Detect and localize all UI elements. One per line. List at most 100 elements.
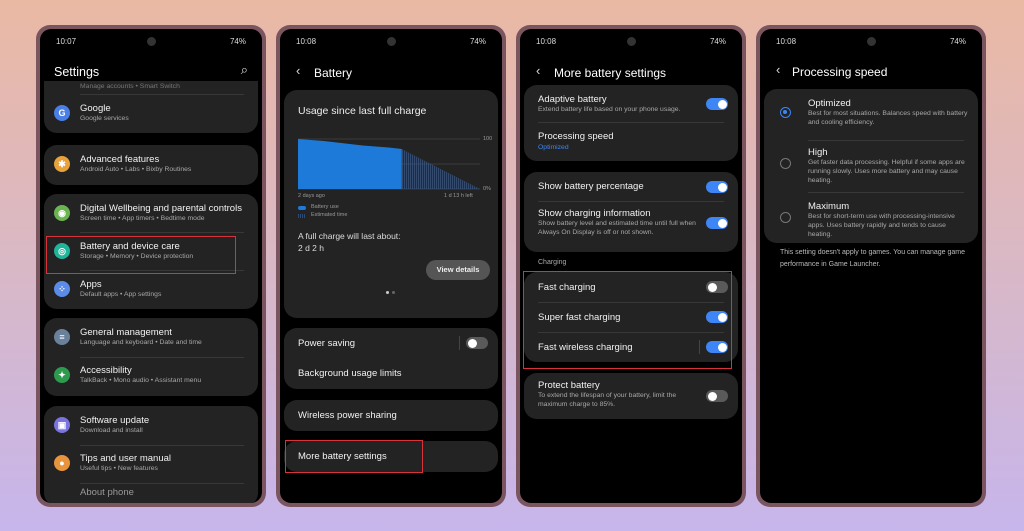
item-sub: Android Auto • Labs • Bixby Routines xyxy=(80,166,192,173)
phone-processing-speed: 10:08 74% ‹ Processing speed Optimized Bes… xyxy=(756,25,986,507)
show-charging-info-toggle[interactable] xyxy=(706,217,728,229)
divider xyxy=(80,357,244,358)
settings-card-advanced: ✱ Advanced features Android Auto • Labs • … xyxy=(44,145,258,185)
option-label: Optimized xyxy=(808,98,851,109)
back-icon[interactable]: ‹ xyxy=(296,63,300,78)
show-charging-info-row[interactable]: Show charging information Show battery le… xyxy=(524,202,738,250)
search-icon[interactable]: ⌕ xyxy=(241,62,248,78)
software-update-icon: ▣ xyxy=(54,417,70,433)
power-saving-row[interactable]: Power saving xyxy=(284,328,498,358)
partial-item-about[interactable]: About phone xyxy=(80,487,134,498)
adaptive-battery-row[interactable]: Adaptive battery Extend battery life base… xyxy=(524,85,738,121)
camera-cutout xyxy=(387,37,396,46)
status-time: 10:08 xyxy=(536,37,557,46)
item-sub: Language and keyboard • Date and time xyxy=(80,339,202,346)
battery-use-area xyxy=(298,139,402,189)
protect-battery-row[interactable]: Protect battery To extend the lifespan of… xyxy=(524,373,738,419)
processing-speed-value: Optimized xyxy=(538,144,569,151)
partial-item-sub: Manage accounts • Smart Switch xyxy=(80,83,180,90)
highlight-box xyxy=(523,271,732,369)
divider xyxy=(80,94,244,95)
games-note: This setting doesn't apply to games. You… xyxy=(780,249,966,268)
page-dot[interactable] xyxy=(392,291,395,294)
power-card: Power saving Background usage limits xyxy=(284,328,498,389)
settings-item-general-management[interactable]: ≡ General management Language and keyboard… xyxy=(44,322,258,354)
settings-card-software: ▣ Software update Download and install ● Ti… xyxy=(44,406,258,503)
divider xyxy=(808,140,964,141)
page-title: Processing speed xyxy=(792,65,888,79)
settings-item-digital-wellbeing[interactable]: ◉ Digital Wellbeing and parental controls… xyxy=(44,198,258,230)
charging-section-header: Charging xyxy=(538,259,567,266)
divider xyxy=(80,232,244,233)
wellbeing-icon: ◉ xyxy=(54,205,70,221)
adaptive-battery-toggle[interactable] xyxy=(706,98,728,110)
settings-item-tips[interactable]: ● Tips and user manual Useful tips • New f… xyxy=(44,448,258,480)
legend-swatch-estimated xyxy=(298,214,306,218)
phone-more-battery: 10:08 74% ‹ More battery settings Adaptiv… xyxy=(516,25,746,507)
status-battery: 74% xyxy=(469,37,486,46)
phone-battery: 10:08 74% ‹ Battery Usage since last full… xyxy=(276,25,506,507)
radio-button[interactable] xyxy=(780,212,791,223)
wireless-sharing-card[interactable]: Wireless power sharing xyxy=(284,400,498,431)
divider xyxy=(80,483,244,484)
item-label: General management xyxy=(80,327,172,338)
accessibility-icon: ✦ xyxy=(54,367,70,383)
x-start-label: 2 days ago xyxy=(298,193,325,199)
item-label: Advanced features xyxy=(80,154,160,165)
page-title: More battery settings xyxy=(554,66,667,80)
google-icon: G xyxy=(54,105,70,121)
radio-button[interactable] xyxy=(780,107,791,118)
more-battery-screen: 10:08 74% ‹ More battery settings Adaptiv… xyxy=(520,29,742,503)
item-sub: Screen time • App timers • Bedtime mode xyxy=(80,215,205,222)
page-title: Settings xyxy=(54,65,100,79)
item-sub: TalkBack • Mono audio • Assistant menu xyxy=(80,377,202,384)
status-battery: 74% xyxy=(229,37,246,46)
settings-card-general: ≡ General management Language and keyboard… xyxy=(44,318,258,396)
divider xyxy=(808,192,964,193)
divider xyxy=(80,445,244,446)
battery-screen: 10:08 74% ‹ Battery Usage since last full… xyxy=(280,29,502,503)
item-label: Protect battery xyxy=(538,380,600,391)
full-charge-label: A full charge will last about: xyxy=(298,231,401,241)
status-battery: 74% xyxy=(709,37,726,46)
option-label: Maximum xyxy=(808,201,850,212)
settings-item-apps[interactable]: ⁘ Apps Default apps • App settings xyxy=(44,274,258,306)
radio-button[interactable] xyxy=(780,158,791,169)
settings-screen: 10:07 74% Settings ⌕ Manage accounts • Sm… xyxy=(40,29,262,503)
usage-card: Usage since last full charge 100 0% 2 da… xyxy=(284,90,498,318)
legend-swatch-used xyxy=(298,206,306,210)
highlight-box xyxy=(285,440,423,473)
settings-item-software-update[interactable]: ▣ Software update Download and install xyxy=(44,410,258,442)
item-label: Google xyxy=(80,103,111,114)
power-saving-toggle[interactable] xyxy=(466,337,488,349)
item-sub: Useful tips • New features xyxy=(80,465,158,472)
settings-item-accessibility[interactable]: ✦ Accessibility TalkBack • Mono audio • As… xyxy=(44,360,258,392)
back-icon[interactable]: ‹ xyxy=(776,62,780,77)
settings-item-google[interactable]: G Google Google services xyxy=(44,99,258,129)
processing-speed-row[interactable]: Processing speed Optimized xyxy=(524,123,738,159)
camera-cutout xyxy=(867,37,876,46)
speed-option[interactable]: Maximum Best for short-term use with proc… xyxy=(764,198,978,244)
page-dot-active[interactable] xyxy=(386,291,389,294)
background-usage-limits-row[interactable]: Background usage limits xyxy=(284,358,498,388)
protect-battery-toggle[interactable] xyxy=(706,390,728,402)
speed-option[interactable]: Optimized Best for most situations. Balan… xyxy=(764,95,978,141)
gear-plus-icon: ✱ xyxy=(54,156,70,172)
show-percentage-row[interactable]: Show battery percentage xyxy=(524,172,738,200)
item-label: Background usage limits xyxy=(298,368,402,379)
highlight-box xyxy=(46,236,236,274)
item-label: Tips and user manual xyxy=(80,453,172,464)
settings-item-advanced-features[interactable]: ✱ Advanced features Android Auto • Labs • … xyxy=(44,149,258,181)
show-percentage-toggle[interactable] xyxy=(706,181,728,193)
view-details-button[interactable]: View details xyxy=(426,260,490,280)
item-label: Show charging information xyxy=(538,208,651,219)
usage-chart xyxy=(298,138,480,190)
back-icon[interactable]: ‹ xyxy=(536,63,540,78)
speed-option[interactable]: High Get faster data processing. Helpful … xyxy=(764,144,978,193)
page-title: Battery xyxy=(314,66,353,80)
option-label: High xyxy=(808,147,828,158)
item-label: Processing speed xyxy=(538,131,614,142)
speed-options-card: Optimized Best for most situations. Balan… xyxy=(764,89,978,243)
status-time: 10:08 xyxy=(296,37,317,46)
usage-title: Usage since last full charge xyxy=(298,105,427,117)
